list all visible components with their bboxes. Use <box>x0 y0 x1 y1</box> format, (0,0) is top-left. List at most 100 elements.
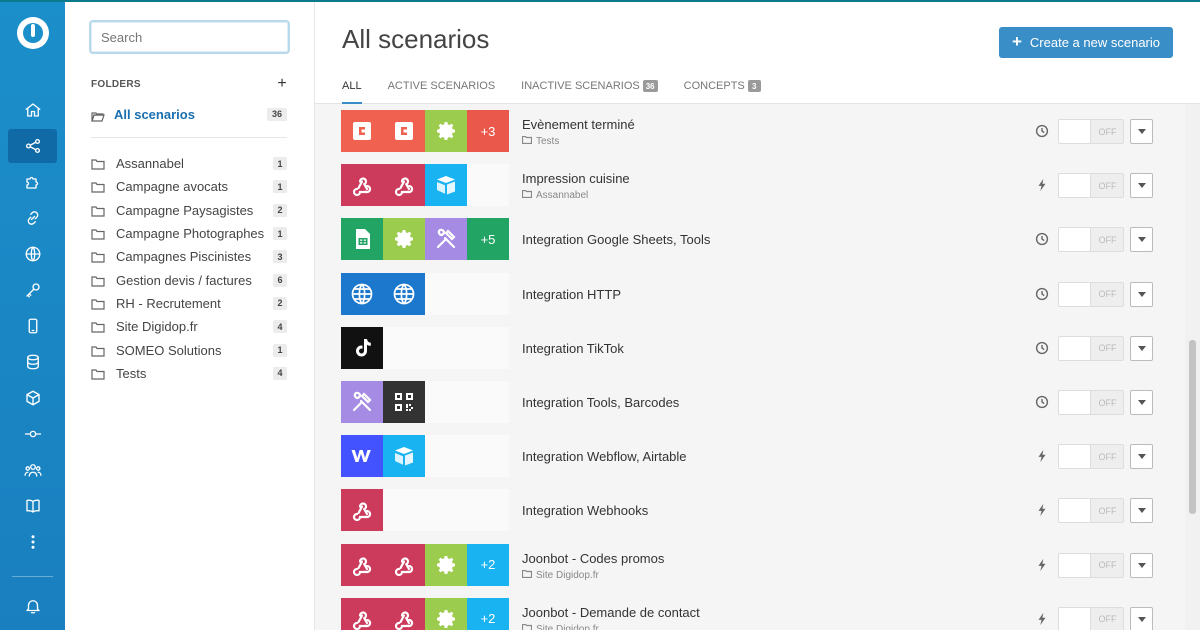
tab-all[interactable]: ALL <box>342 80 362 104</box>
toggle-off-label: OFF <box>1098 234 1117 245</box>
scenario-row[interactable]: +5 Integration Google Sheets, Tools OFF <box>315 212 1185 266</box>
scenario-name[interactable]: Integration Webhooks <box>522 503 648 518</box>
folder-item[interactable]: Campagne avocats 1 <box>91 175 287 198</box>
scenario-app-tiles: +3 <box>341 110 509 152</box>
scenario-row[interactable]: Integration Tools, Barcodes OFF <box>315 375 1185 429</box>
scenario-row[interactable]: +2 Joonbot - Demande de contact Site Digid… <box>315 592 1185 630</box>
toggle-off-label: OFF <box>1098 560 1117 571</box>
scenarios-share-icon[interactable] <box>8 129 57 163</box>
scrollbar-thumb[interactable] <box>1189 340 1196 514</box>
search-input[interactable] <box>89 20 290 54</box>
scenario-options-dropdown[interactable] <box>1130 552 1153 578</box>
scenario-options-dropdown[interactable] <box>1130 335 1153 361</box>
scenario-toggle[interactable]: OFF <box>1058 390 1124 415</box>
folder-item[interactable]: Assannabel 1 <box>91 152 287 175</box>
webhooks-globe-icon[interactable] <box>8 237 57 271</box>
folder-item[interactable]: Campagne Photographes 1 <box>91 222 287 245</box>
scenario-toggle[interactable]: OFF <box>1058 606 1124 630</box>
keys-icon[interactable] <box>8 273 57 307</box>
scenario-toggle[interactable]: OFF <box>1058 281 1124 307</box>
team-users-icon[interactable] <box>8 453 57 487</box>
webhook-icon <box>383 164 425 207</box>
folder-label: Tests <box>116 365 147 381</box>
custom-apps-commit-icon[interactable] <box>8 417 57 451</box>
folder-all-scenarios[interactable]: All scenarios 36 <box>91 104 287 124</box>
scenario-options-dropdown[interactable] <box>1130 281 1153 307</box>
scenario-toggle[interactable]: OFF <box>1058 498 1124 524</box>
main-header: All scenarios + Create a new scenario AL… <box>315 0 1200 104</box>
tab-active-scenarios[interactable]: ACTIVE SCENARIOS <box>388 80 496 104</box>
scenario-row[interactable]: Integration TikTok OFF <box>315 321 1185 375</box>
folder-item[interactable]: Gestion devis / factures 6 <box>91 268 287 291</box>
scenario-options-dropdown[interactable] <box>1130 390 1153 415</box>
scenario-options-dropdown[interactable] <box>1130 173 1153 199</box>
scenario-options-dropdown[interactable] <box>1130 606 1153 630</box>
scenario-toggle[interactable]: OFF <box>1058 552 1124 578</box>
tab-label: CONCEPTS <box>683 80 745 92</box>
scenario-toggle[interactable]: OFF <box>1058 173 1124 199</box>
connections-link-icon[interactable] <box>8 201 57 235</box>
scenario-row[interactable]: +3 Evènement terminé Tests OFF <box>315 104 1185 158</box>
globe-icon <box>341 272 383 315</box>
scenario-options-dropdown[interactable] <box>1130 498 1153 524</box>
create-scenario-label: Create a new scenario <box>1029 35 1160 50</box>
make-logo-icon[interactable] <box>17 17 49 49</box>
scenario-name[interactable]: Integration HTTP <box>522 287 621 302</box>
tab-concepts[interactable]: CONCEPTS 3 <box>684 80 761 104</box>
gear-icon <box>425 110 467 152</box>
webflow-icon <box>341 435 383 478</box>
scenario-options-dropdown[interactable] <box>1130 227 1153 253</box>
scenario-row[interactable]: +2 Joonbot - Codes promos Site Digidop.fr O… <box>315 538 1185 592</box>
scenario-name[interactable]: Integration Webflow, Airtable <box>522 449 687 464</box>
more-dots-icon[interactable] <box>8 525 57 559</box>
scenario-name[interactable]: Evènement terminé <box>522 117 635 132</box>
scenario-name[interactable]: Integration Tools, Barcodes <box>522 395 679 410</box>
toggle-off-label: OFF <box>1098 397 1117 408</box>
scenario-name[interactable]: Integration Google Sheets, Tools <box>522 232 710 247</box>
instant-bolt-icon <box>1034 177 1050 193</box>
scenario-options-dropdown[interactable] <box>1130 444 1153 470</box>
folder-icon <box>521 135 533 147</box>
scenario-name[interactable]: Joonbot - Demande de contact <box>522 605 700 620</box>
scenario-row[interactable]: Integration HTTP OFF <box>315 267 1185 321</box>
scenario-toggle[interactable]: OFF <box>1058 227 1124 253</box>
folder-icon <box>91 321 105 333</box>
scenario-row[interactable]: Impression cuisine Assannabel OFF <box>315 158 1185 212</box>
scenario-toggle[interactable]: OFF <box>1058 335 1124 361</box>
folder-item[interactable]: Site Digidop.fr 4 <box>91 315 287 338</box>
folder-item[interactable]: Campagnes Piscinistes 3 <box>91 245 287 268</box>
scheduled-clock-icon <box>1034 286 1050 302</box>
scenario-name[interactable]: Impression cuisine <box>522 171 630 186</box>
scenario-name[interactable]: Joonbot - Codes promos <box>522 551 664 566</box>
scenario-app-tiles <box>341 164 509 207</box>
data-stores-icon[interactable] <box>8 345 57 379</box>
scenario-options-dropdown[interactable] <box>1130 119 1153 144</box>
webhook-icon <box>383 597 425 630</box>
scenario-toggle[interactable]: OFF <box>1058 119 1124 144</box>
scenario-name[interactable]: Integration TikTok <box>522 341 624 356</box>
home-icon[interactable] <box>8 93 57 127</box>
folder-item[interactable]: RH - Recrutement 2 <box>91 292 287 315</box>
scenario-row[interactable]: Integration Webhooks OFF <box>315 483 1185 537</box>
folder-count-badge: 6 <box>273 273 287 287</box>
webhook-icon <box>341 489 383 532</box>
folder-item[interactable]: Campagne Paysagistes 2 <box>91 199 287 222</box>
toggle-knob <box>1059 174 1091 198</box>
scenario-folder-label: Assannabel <box>536 190 589 202</box>
notifications-bell-icon[interactable] <box>8 589 57 623</box>
empty-tile <box>467 164 509 207</box>
add-folder-button[interactable]: + <box>277 75 287 93</box>
help-book-icon[interactable] <box>8 489 57 523</box>
scenario-row[interactable]: Integration Webflow, Airtable OFF <box>315 429 1185 483</box>
devices-phone-icon[interactable] <box>8 309 57 343</box>
scrollbar[interactable] <box>1185 104 1200 630</box>
folder-item[interactable]: Tests 4 <box>91 362 287 385</box>
folder-item[interactable]: SOMEO Solutions 1 <box>91 338 287 361</box>
templates-puzzle-icon[interactable] <box>8 165 57 199</box>
data-structures-cube-icon[interactable] <box>8 381 57 415</box>
create-scenario-button[interactable]: + Create a new scenario <box>999 27 1173 58</box>
scenario-toggle[interactable]: OFF <box>1058 444 1124 470</box>
tab-inactive-scenarios[interactable]: INACTIVE SCENARIOS 36 <box>521 80 658 104</box>
empty-tile <box>425 435 467 478</box>
instant-bolt-icon <box>1034 611 1050 627</box>
